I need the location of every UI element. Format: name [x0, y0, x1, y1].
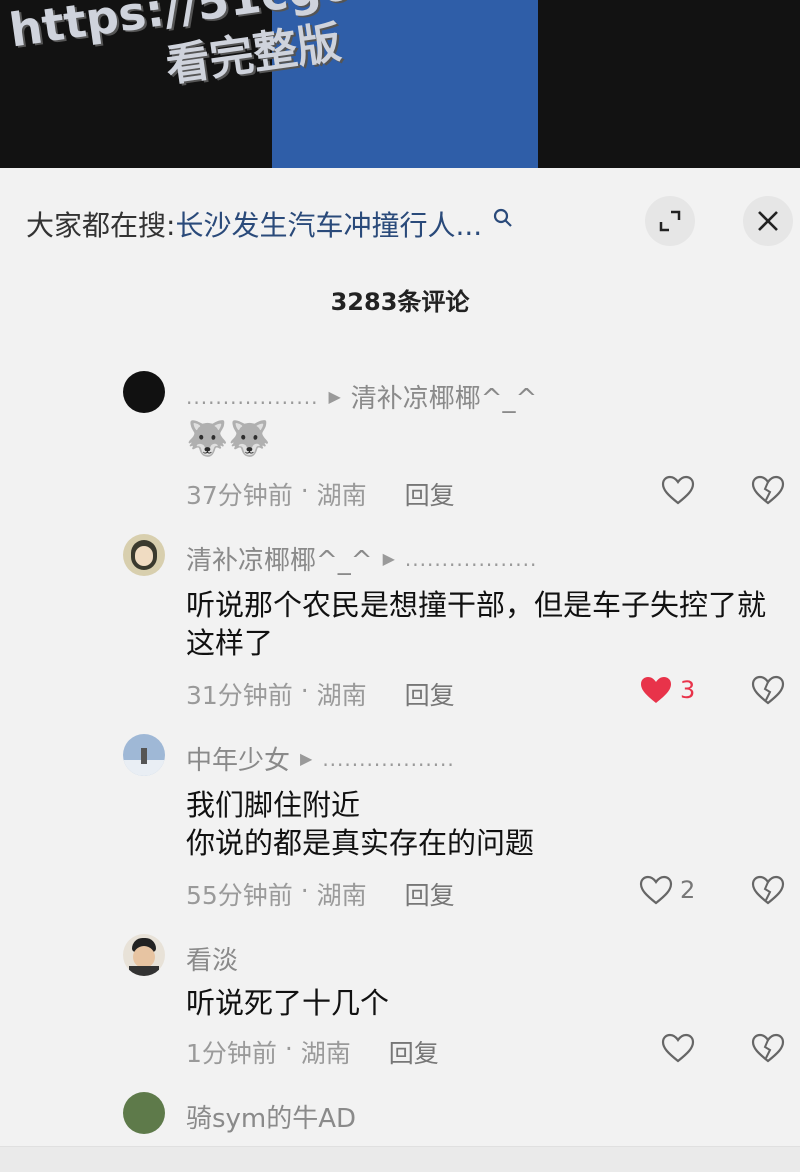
reply-button[interactable]: 回复	[389, 1034, 439, 1070]
close-button[interactable]	[743, 196, 793, 246]
reply-arrow-icon: ▶	[300, 749, 313, 768]
comments-count-title: 3283条评论	[330, 288, 470, 316]
video-player[interactable]: https://51cg06.cc 看完整版	[0, 0, 800, 168]
dislike-button[interactable]	[750, 1032, 786, 1068]
reply-button[interactable]: 回复	[405, 676, 455, 712]
reply-to-placeholder[interactable]: ..................	[405, 547, 537, 571]
dislike-button[interactable]	[750, 674, 786, 710]
comment-text: 我们脚住附近 你说的都是真实存在的问题	[186, 786, 776, 862]
broken-heart-icon	[751, 475, 785, 505]
like-count: 2	[680, 876, 696, 904]
comment-text-line: 你说的都是真实存在的问题	[186, 826, 535, 860]
comment-location: 湖南	[316, 481, 367, 510]
comment-author[interactable]: 骑sym的牛AD	[186, 1098, 356, 1135]
comment-time: 55分钟前	[186, 881, 293, 910]
heart-outline-icon	[661, 475, 695, 505]
broken-heart-icon	[751, 675, 785, 705]
comment-text: 听说死了十几个	[186, 986, 390, 1020]
heart-outline-icon	[661, 1033, 695, 1063]
comment-location: 湖南	[316, 881, 367, 910]
comment-author-row: .................. ▶ 清补凉椰椰^_^	[186, 378, 537, 415]
comment-meta: 31分钟前 · 湖南 回复	[186, 676, 455, 712]
broken-heart-icon	[751, 875, 785, 905]
comment-time: 31分钟前	[186, 681, 293, 710]
username-placeholder[interactable]: ..................	[186, 385, 318, 409]
avatar[interactable]	[123, 934, 165, 976]
comment-location: 湖南	[316, 681, 367, 710]
like-button[interactable]: 3	[638, 674, 695, 706]
comment-author-row: 清补凉椰椰^_^ ▶ ..................	[186, 540, 537, 577]
comment-input-bar[interactable]	[0, 1146, 800, 1172]
comment-meta: 1分钟前 · 湖南 回复	[186, 1034, 439, 1070]
comment-author-row: 中年少女 ▶ ..................	[186, 740, 455, 777]
avatar[interactable]	[123, 534, 165, 576]
comment-emoji: 🐺🐺	[186, 419, 271, 459]
comment-meta: 55分钟前 · 湖南 回复	[186, 876, 455, 912]
close-icon	[758, 211, 778, 231]
avatar[interactable]	[123, 1092, 165, 1134]
comment-time: 1分钟前	[186, 1039, 277, 1068]
expand-icon	[659, 210, 681, 232]
dislike-button[interactable]	[750, 874, 786, 910]
comment-location: 湖南	[300, 1039, 351, 1068]
search-query-link[interactable]: 长沙发生汽车冲撞行人...	[175, 204, 482, 244]
reply-to-username[interactable]: 清补凉椰椰^_^	[351, 378, 538, 415]
search-icon[interactable]	[492, 207, 514, 229]
comment-author[interactable]: 中年少女	[186, 740, 290, 777]
search-prefix: 大家都在搜:	[26, 209, 176, 242]
comment-time: 37分钟前	[186, 481, 293, 510]
heart-outline-icon	[639, 875, 673, 905]
reply-button[interactable]: 回复	[405, 476, 455, 512]
comment-text: 听说那个农民是想撞干部，但是车子失控了就这样了	[186, 588, 767, 660]
avatar[interactable]	[123, 371, 165, 413]
expand-button[interactable]	[645, 196, 695, 246]
heart-filled-icon	[641, 677, 671, 703]
dislike-button[interactable]	[750, 474, 786, 510]
like-button[interactable]: 2	[638, 874, 695, 906]
comment-author[interactable]: 看淡	[186, 940, 238, 977]
like-button[interactable]	[660, 1032, 696, 1064]
comment-author-row: 骑sym的牛AD	[186, 1098, 356, 1135]
comment-author[interactable]: 清补凉椰椰^_^	[186, 540, 373, 577]
comment-text-line: 我们脚住附近	[186, 788, 361, 822]
reply-arrow-icon: ▶	[382, 549, 395, 568]
reply-arrow-icon: ▶	[328, 387, 341, 406]
comment-sheet: 大家都在搜: 长沙发生汽车冲撞行人... 3283条评论 ...........…	[0, 168, 800, 1172]
comment-author-row: 看淡	[186, 940, 238, 977]
avatar[interactable]	[123, 734, 165, 776]
reply-to-placeholder[interactable]: ..................	[322, 747, 454, 771]
broken-heart-icon	[751, 1033, 785, 1063]
like-button[interactable]	[660, 474, 696, 506]
reply-button[interactable]: 回复	[405, 876, 455, 912]
like-count: 3	[680, 676, 696, 704]
comment-meta: 37分钟前 · 湖南 回复	[186, 476, 455, 512]
